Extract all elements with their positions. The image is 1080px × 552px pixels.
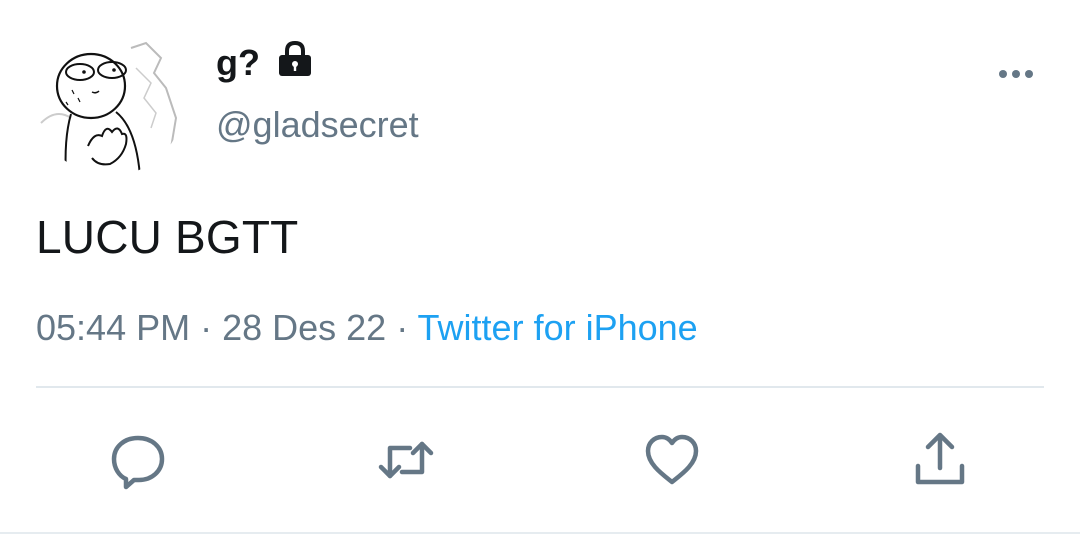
retweet-button[interactable] xyxy=(376,430,436,490)
avatar-drawing-icon xyxy=(36,28,184,176)
tweet-time[interactable]: 05:44 PM xyxy=(36,307,190,348)
retweet-icon xyxy=(378,441,434,479)
share-button[interactable] xyxy=(910,430,970,490)
author-handle[interactable]: @gladsecret xyxy=(216,104,419,146)
tweet-date[interactable]: 28 Des 22 xyxy=(222,307,386,348)
like-button[interactable] xyxy=(642,430,702,490)
tweet-text: LUCU BGTT xyxy=(36,211,299,263)
heart-icon xyxy=(645,434,699,485)
meta-separator: · xyxy=(386,307,418,348)
tweet-meta: 05:44 PM · 28 Des 22 · Twitter for iPhon… xyxy=(36,306,698,350)
divider xyxy=(36,386,1044,388)
reply-button[interactable] xyxy=(108,430,168,490)
tweet-source-link[interactable]: Twitter for iPhone xyxy=(418,307,698,348)
bottom-divider xyxy=(0,532,1080,534)
lock-icon xyxy=(279,40,311,76)
share-icon xyxy=(915,432,965,485)
author-display-name[interactable]: g? xyxy=(216,42,260,84)
more-icon[interactable] xyxy=(996,64,1036,84)
avatar[interactable] xyxy=(36,28,184,176)
meta-separator: · xyxy=(190,307,223,348)
reply-icon xyxy=(111,435,165,490)
